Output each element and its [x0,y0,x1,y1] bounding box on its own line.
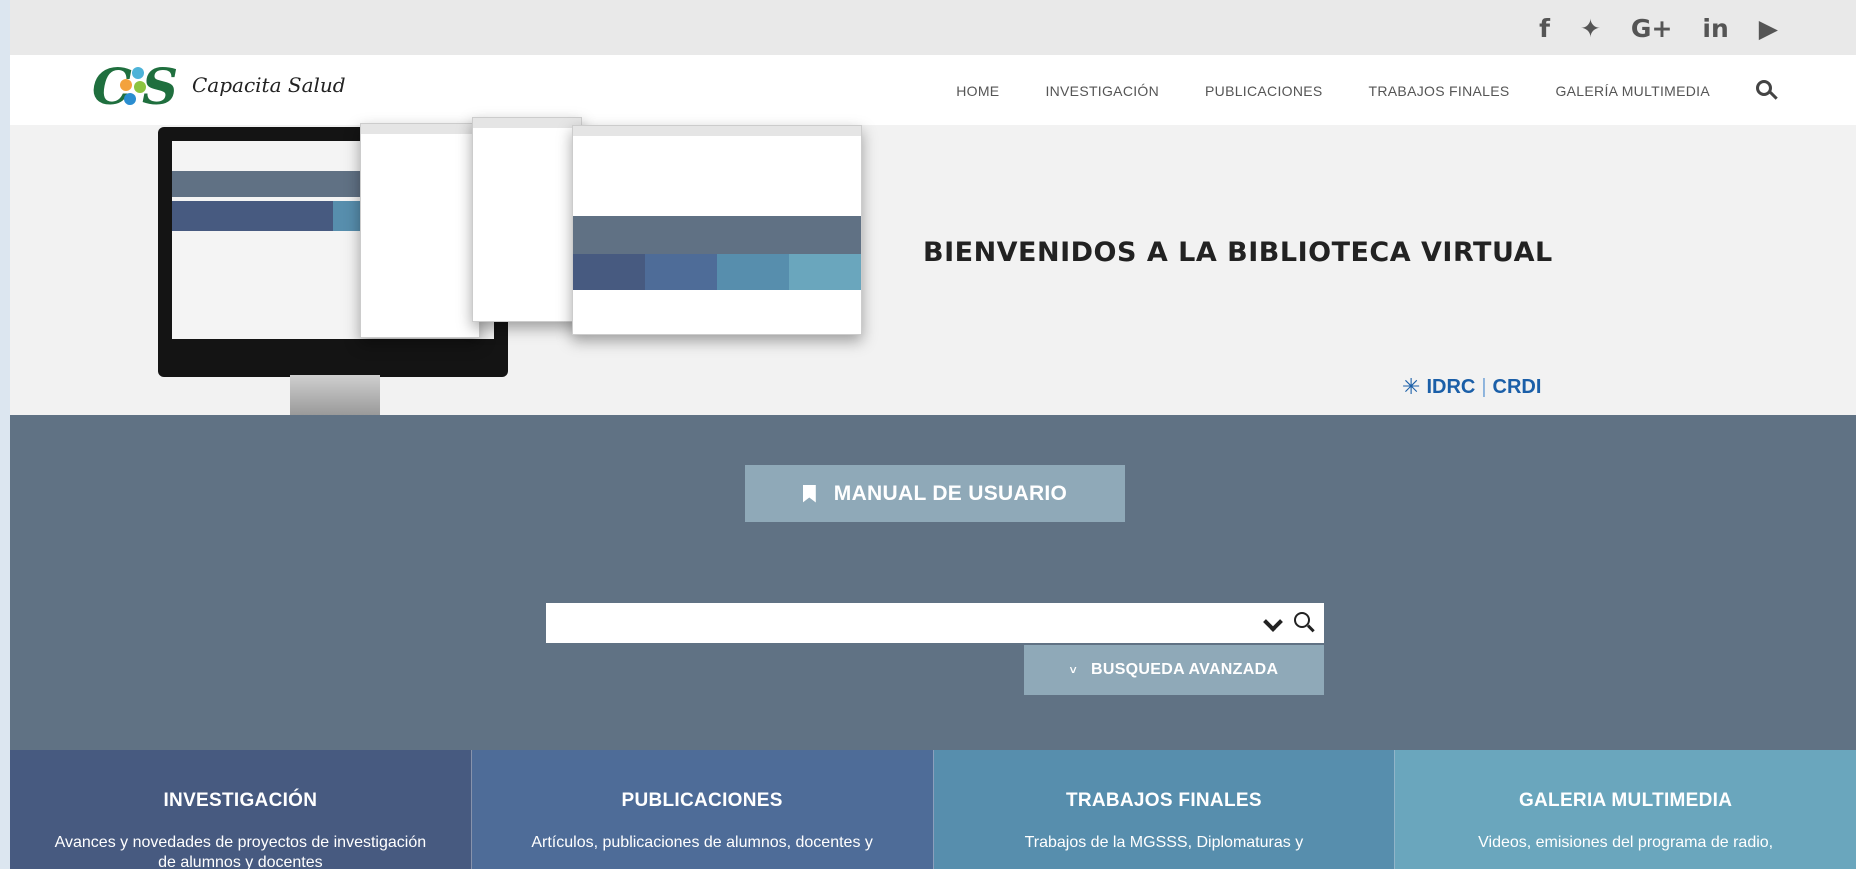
category-title: GALERIA MULTIMEDIA [1518,790,1733,811]
hero-title: BIENVENIDOS A LA BIBLIOTECA VIRTUAL [923,237,1553,268]
main-nav: C S Capacita Salud HOME INVESTIGACIÓN PU… [10,55,1856,125]
nav-galeria-multimedia[interactable]: GALERÍA MULTIMEDIA [1555,83,1710,99]
category-desc: Avances y novedades de proyectos de inve… [54,834,427,869]
social-bar: f ✦ G+ in ▶ [10,0,1856,55]
site-logo[interactable]: C S Capacita Salud [92,57,346,117]
monitor-stand [290,375,380,415]
screenshot-window-2 [472,117,582,322]
bookmark-icon [802,484,816,503]
nav-home[interactable]: HOME [956,83,999,99]
idrc-emblem-icon: ✳ [1402,375,1421,400]
category-desc: Trabajos de la MGSSS, Diplomaturas y [1024,834,1304,851]
category-desc: Videos, emisiones del programa de radio, [1478,834,1774,851]
category-investigacion[interactable]: INVESTIGACIÓN Avances y novedades de pro… [10,750,472,869]
hero-banner: BIENVENIDOS A LA BIBLIOTECA VIRTUAL ✳ ID… [10,117,1856,415]
category-publicaciones[interactable]: PUBLICACIONES Artículos, publicaciones d… [471,750,934,869]
screenshot-window-1 [360,123,480,338]
search-input[interactable] [546,603,1324,643]
search-box [546,603,1324,643]
google-plus-icon[interactable]: G+ [1631,14,1672,44]
category-tiles: INVESTIGACIÓN Avances y novedades de pro… [10,750,1856,869]
category-galeria-multimedia[interactable]: GALERIA MULTIMEDIA Videos, emisiones del… [1395,750,1856,869]
search-submit-icon[interactable] [1294,612,1316,634]
twitter-icon[interactable]: ✦ [1580,14,1601,44]
category-desc: Artículos, publicaciones de alumnos, doc… [531,834,873,851]
nav-trabajos-finales[interactable]: TRABAJOS FINALES [1369,83,1510,99]
category-title: PUBLICACIONES [621,790,783,811]
idrc-logo: ✳ IDRC | CRDI [1402,375,1542,400]
screenshot-window-3 [572,125,862,335]
manual-de-usuario-button[interactable]: MANUAL DE USUARIO [745,465,1125,522]
social-links: f ✦ G+ in ▶ [1539,14,1778,44]
category-title: TRABAJOS FINALES [1065,790,1262,811]
youtube-icon[interactable]: ▶ [1759,14,1778,44]
browser-viewport: f ✦ G+ in ▶ C S Capacita Salud HOME INVE… [10,0,1856,869]
nav-menu: HOME INVESTIGACIÓN PUBLICACIONES TRABAJO… [956,80,1778,102]
linkedin-icon[interactable]: in [1702,14,1728,44]
category-trabajos-finales[interactable]: TRABAJOS FINALES Trabajos de la MGSSS, D… [933,750,1396,869]
advanced-label: BUSQUEDA AVANZADA [1090,661,1279,678]
manual-label: MANUAL DE USUARIO [833,481,1068,505]
search-section: MANUAL DE USUARIO ˅ BUSQUEDA AVANZADA [10,415,1856,750]
facebook-icon[interactable]: f [1539,14,1550,44]
category-title: INVESTIGACIÓN [163,790,318,811]
logo-mark: C S [92,57,179,116]
search-icon[interactable] [1756,80,1778,102]
nav-publicaciones[interactable]: PUBLICACIONES [1205,83,1323,99]
logo-text: Capacita Salud [192,73,346,97]
double-chevron-down-icon: ˅ [1069,663,1077,677]
busqueda-avanzada-button[interactable]: ˅ BUSQUEDA AVANZADA [1024,645,1324,695]
nav-investigacion[interactable]: INVESTIGACIÓN [1045,83,1159,99]
